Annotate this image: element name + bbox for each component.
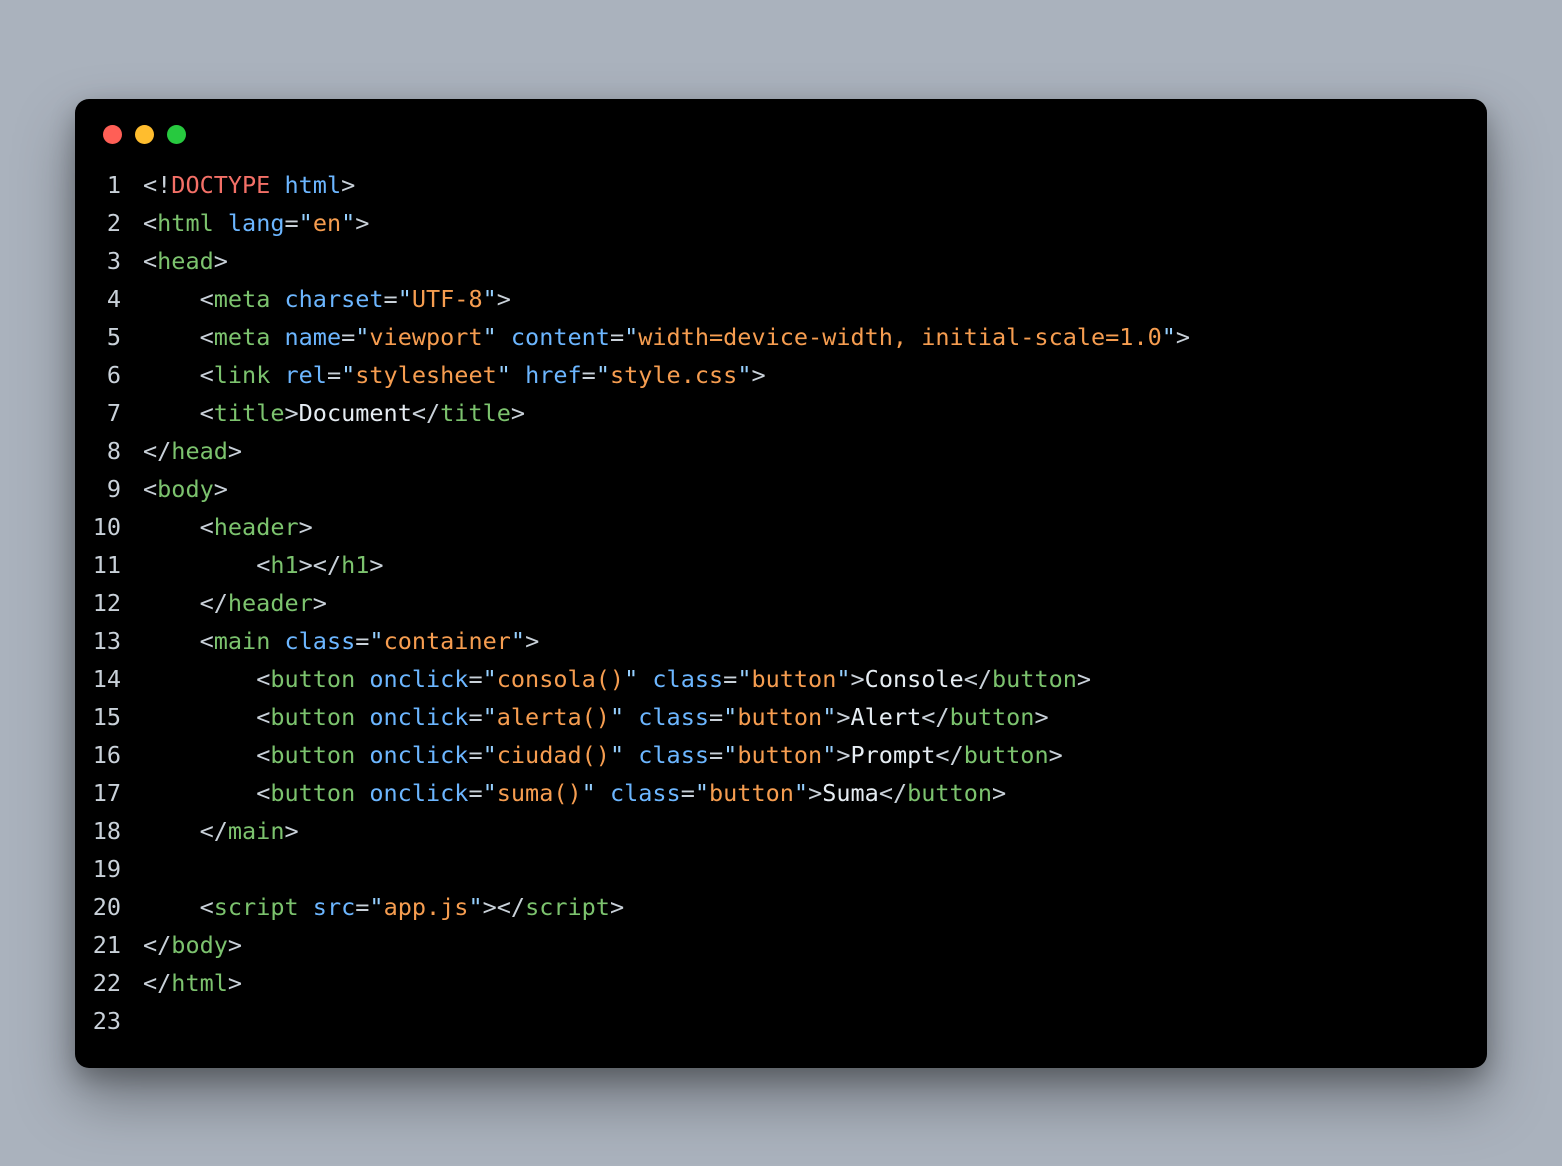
line-number: 18: [89, 812, 143, 850]
close-icon[interactable]: [103, 125, 122, 144]
code-content: <head>: [143, 242, 228, 280]
line-number: 16: [89, 736, 143, 774]
code-line: 2 <html lang="en">: [89, 204, 1459, 242]
code-content: </header>: [143, 584, 327, 622]
code-content: <body>: [143, 470, 228, 508]
code-content: <!DOCTYPE html>: [143, 166, 355, 204]
line-number: 15: [89, 698, 143, 736]
line-number: 6: [89, 356, 143, 394]
code-line: 16 <button onclick="ciudad()" class="but…: [89, 736, 1459, 774]
code-line: 20 <script src="app.js"></script>: [89, 888, 1459, 926]
code-line: 14 <button onclick="consola()" class="bu…: [89, 660, 1459, 698]
code-line: 15 <button onclick="alerta()" class="but…: [89, 698, 1459, 736]
code-content: <link rel="stylesheet" href="style.css">: [143, 356, 766, 394]
code-line: 12 </header>: [89, 584, 1459, 622]
code-area[interactable]: 1 <!DOCTYPE html> 2 <html lang="en"> 3 <…: [75, 158, 1487, 1040]
code-content: </html>: [143, 964, 242, 1002]
code-line: 13 <main class="container">: [89, 622, 1459, 660]
minimize-icon[interactable]: [135, 125, 154, 144]
code-content: <script src="app.js"></script>: [143, 888, 624, 926]
code-line: 3 <head>: [89, 242, 1459, 280]
line-number: 7: [89, 394, 143, 432]
line-number: 14: [89, 660, 143, 698]
zoom-icon[interactable]: [167, 125, 186, 144]
line-number: 17: [89, 774, 143, 812]
code-content: <header>: [143, 508, 313, 546]
editor-window: 1 <!DOCTYPE html> 2 <html lang="en"> 3 <…: [75, 99, 1487, 1068]
line-number: 8: [89, 432, 143, 470]
code-line: 5 <meta name="viewport" content="width=d…: [89, 318, 1459, 356]
code-content: </head>: [143, 432, 242, 470]
code-content: <h1></h1>: [143, 546, 384, 584]
code-line: 7 <title>Document</title>: [89, 394, 1459, 432]
code-content: <main class="container">: [143, 622, 539, 660]
code-line: 11 <h1></h1>: [89, 546, 1459, 584]
code-line: 10 <header>: [89, 508, 1459, 546]
code-line: 18 </main>: [89, 812, 1459, 850]
code-line: 6 <link rel="stylesheet" href="style.css…: [89, 356, 1459, 394]
code-content: <button onclick="consola()" class="butto…: [143, 660, 1091, 698]
line-number: 5: [89, 318, 143, 356]
code-line: 17 <button onclick="suma()" class="butto…: [89, 774, 1459, 812]
titlebar: [75, 99, 1487, 158]
code-content: <button onclick="alerta()" class="button…: [143, 698, 1049, 736]
line-number: 20: [89, 888, 143, 926]
line-number: 19: [89, 850, 143, 888]
code-line: 22 </html>: [89, 964, 1459, 1002]
code-content: <meta name="viewport" content="width=dev…: [143, 318, 1190, 356]
line-number: 2: [89, 204, 143, 242]
line-number: 11: [89, 546, 143, 584]
code-content: </body>: [143, 926, 242, 964]
code-content: <button onclick="suma()" class="button">…: [143, 774, 1006, 812]
line-number: 9: [89, 470, 143, 508]
code-content: </main>: [143, 812, 299, 850]
code-line: 4 <meta charset="UTF-8">: [89, 280, 1459, 318]
code-line: 23: [89, 1002, 1459, 1040]
code-line: 19: [89, 850, 1459, 888]
code-line: 8 </head>: [89, 432, 1459, 470]
line-number: 1: [89, 166, 143, 204]
line-number: 21: [89, 926, 143, 964]
code-line: 9 <body>: [89, 470, 1459, 508]
code-content: <button onclick="ciudad()" class="button…: [143, 736, 1063, 774]
code-content: <html lang="en">: [143, 204, 369, 242]
line-number: 23: [89, 1002, 143, 1040]
code-content: <meta charset="UTF-8">: [143, 280, 511, 318]
line-number: 13: [89, 622, 143, 660]
code-content: <title>Document</title>: [143, 394, 525, 432]
code-line: 21 </body>: [89, 926, 1459, 964]
line-number: 4: [89, 280, 143, 318]
line-number: 3: [89, 242, 143, 280]
line-number: 12: [89, 584, 143, 622]
line-number: 10: [89, 508, 143, 546]
line-number: 22: [89, 964, 143, 1002]
code-line: 1 <!DOCTYPE html>: [89, 166, 1459, 204]
